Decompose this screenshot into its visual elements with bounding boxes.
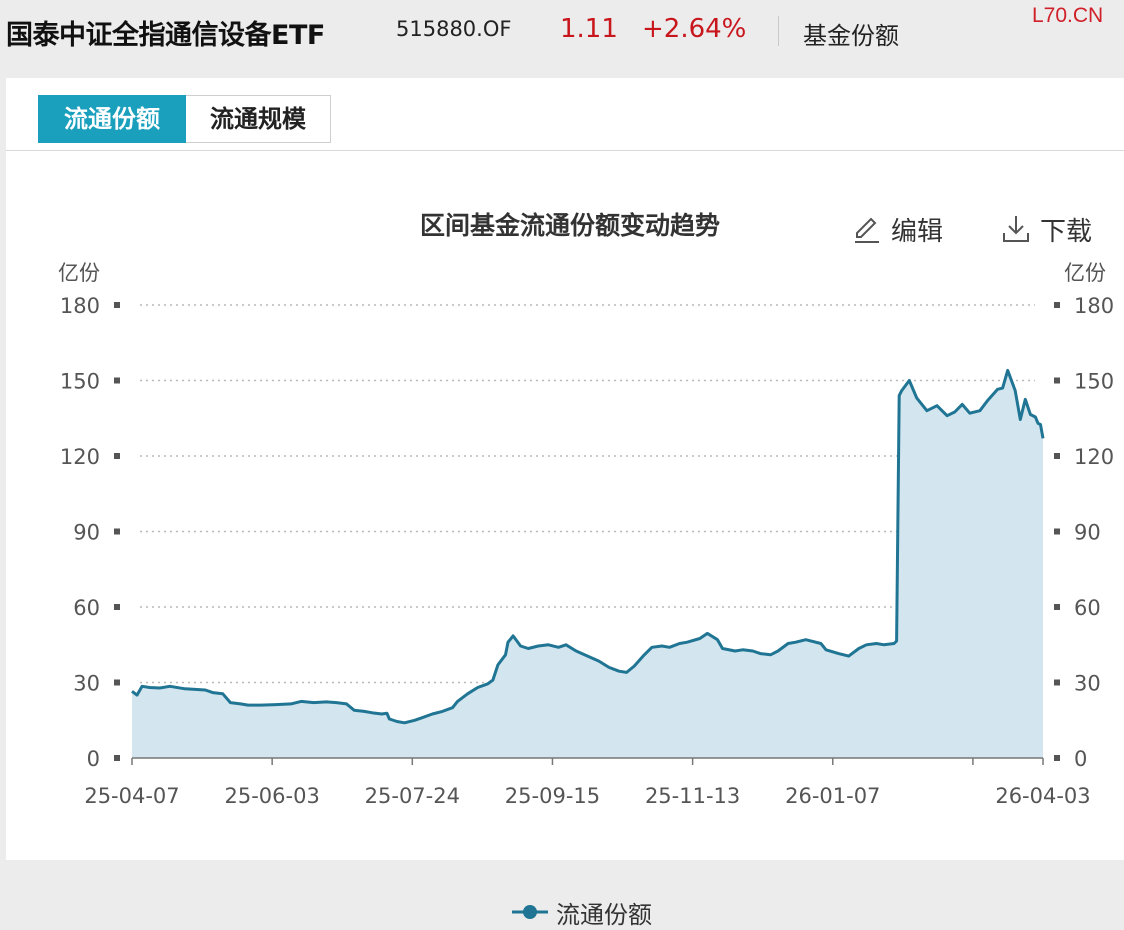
y-tick-label-left: 150 <box>60 370 100 394</box>
y-tick-mark-left <box>114 377 120 384</box>
x-tick-label: 25-07-24 <box>365 784 460 808</box>
header-divider <box>778 16 779 46</box>
y-tick-label-left: 30 <box>73 672 100 696</box>
x-tick-label: 25-09-15 <box>505 784 600 808</box>
y-tick-label-left: 180 <box>60 294 100 318</box>
y-tick-label-left: 90 <box>73 521 100 545</box>
area-chart: 0 0 30 30 60 60 90 90 120 120 150 150 180 180 25-04-0… <box>58 261 1114 808</box>
y-unit-left: 亿份 <box>58 261 100 285</box>
y-tick-label-left: 60 <box>73 596 100 620</box>
y-tick-mark-right <box>1054 604 1060 610</box>
legend-label: 流通份额 <box>556 900 652 929</box>
y-tick-mark-right <box>1054 528 1060 535</box>
y-tick-mark-left <box>114 528 120 535</box>
y-tick-label-left: 120 <box>60 445 100 469</box>
site-watermark: L70.CN <box>1032 4 1104 27</box>
y-tick-label-right: 0 <box>1074 747 1087 771</box>
x-tick-label: 26-04-03 <box>995 784 1090 808</box>
x-tick-label: 26-01-07 <box>785 784 880 808</box>
x-tick-label: 25-04-07 <box>84 784 179 808</box>
y-tick-mark-left <box>114 679 120 686</box>
y-tick-mark-left <box>114 755 120 761</box>
series-area <box>132 370 1043 758</box>
y-tick-mark-left <box>114 604 120 610</box>
chart-legend[interactable]: 流通份额 <box>510 896 652 929</box>
fund-name: 国泰中证全指通信设备ETF <box>6 20 325 51</box>
legend-marker-icon <box>512 905 548 919</box>
y-tick-label-right: 30 <box>1074 672 1101 696</box>
y-tick-mark-right <box>1054 377 1060 384</box>
fund-code: 515880.OF <box>396 17 512 41</box>
y-tick-label-right: 60 <box>1074 596 1101 620</box>
y-tick-mark-left <box>114 453 120 459</box>
y-tick-label-right: 90 <box>1074 521 1101 545</box>
fund-price: 1.11 <box>560 14 618 44</box>
y-tick-mark-right <box>1054 679 1060 686</box>
fund-header: 国泰中证全指通信设备ETF 515880.OF 1.11 +2.64% 基金份额… <box>0 0 1124 78</box>
section-title: 基金份额 <box>803 22 899 50</box>
x-tick-label: 25-11-13 <box>645 784 740 808</box>
y-tick-mark-left <box>114 302 120 308</box>
x-tick-label: 25-06-03 <box>224 784 319 808</box>
y-tick-mark-right <box>1054 755 1060 761</box>
y-tick-label-right: 180 <box>1074 294 1114 318</box>
fund-change-percent: +2.64% <box>642 14 747 44</box>
y-unit-right: 亿份 <box>1064 261 1106 285</box>
y-tick-label-right: 150 <box>1074 370 1114 394</box>
y-tick-mark-right <box>1054 302 1060 308</box>
y-tick-label-right: 120 <box>1074 445 1114 469</box>
y-tick-label-left: 0 <box>87 747 100 771</box>
y-tick-mark-right <box>1054 453 1060 459</box>
chart-panel: 流通份额 流通规模 区间基金流通份额变动趋势 编辑 下载 0 0 30 30 60 60 9… <box>6 78 1124 929</box>
